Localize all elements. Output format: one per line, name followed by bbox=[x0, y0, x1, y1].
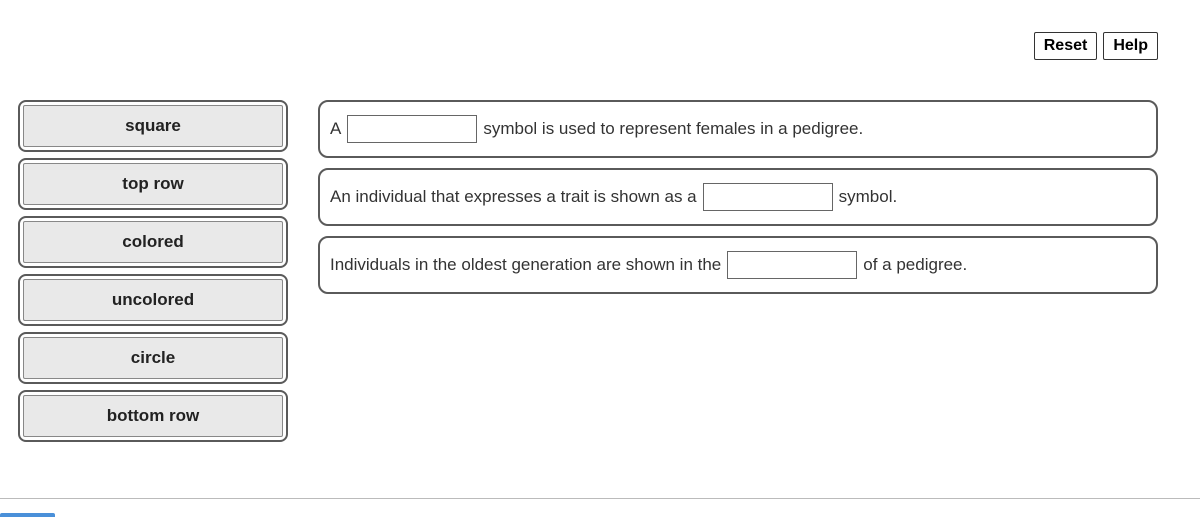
sentence-2-text-before: An individual that expresses a trait is … bbox=[330, 187, 697, 207]
footer-tab-indicator bbox=[0, 513, 55, 517]
word-item-wrapper: colored bbox=[18, 216, 288, 268]
sentence-1-drop-target[interactable] bbox=[347, 115, 477, 143]
sentence-2-drop-target[interactable] bbox=[703, 183, 833, 211]
sentence-3: Individuals in the oldest generation are… bbox=[318, 236, 1158, 294]
word-item-uncolored[interactable]: uncolored bbox=[23, 279, 283, 321]
sentence-1: A symbol is used to represent females in… bbox=[318, 100, 1158, 158]
word-item-wrapper: top row bbox=[18, 158, 288, 210]
word-item-wrapper: circle bbox=[18, 332, 288, 384]
word-item-wrapper: bottom row bbox=[18, 390, 288, 442]
sentence-3-text-before: Individuals in the oldest generation are… bbox=[330, 255, 721, 275]
sentences-column: A symbol is used to represent females in… bbox=[318, 100, 1158, 294]
word-bank: square top row colored uncolored circle … bbox=[18, 100, 288, 442]
footer-divider bbox=[0, 498, 1200, 499]
word-item-wrapper: uncolored bbox=[18, 274, 288, 326]
word-item-top-row[interactable]: top row bbox=[23, 163, 283, 205]
sentence-3-drop-target[interactable] bbox=[727, 251, 857, 279]
word-item-colored[interactable]: colored bbox=[23, 221, 283, 263]
word-item-bottom-row[interactable]: bottom row bbox=[23, 395, 283, 437]
word-item-circle[interactable]: circle bbox=[23, 337, 283, 379]
sentence-3-text-after: of a pedigree. bbox=[863, 255, 967, 275]
word-item-wrapper: square bbox=[18, 100, 288, 152]
sentence-2: An individual that expresses a trait is … bbox=[318, 168, 1158, 226]
sentence-2-text-after: symbol. bbox=[839, 187, 898, 207]
main-content: square top row colored uncolored circle … bbox=[0, 0, 1200, 442]
top-buttons-group: Reset Help bbox=[1034, 32, 1158, 60]
word-item-square[interactable]: square bbox=[23, 105, 283, 147]
reset-button[interactable]: Reset bbox=[1034, 32, 1098, 60]
sentence-1-text-after: symbol is used to represent females in a… bbox=[483, 119, 863, 139]
help-button[interactable]: Help bbox=[1103, 32, 1158, 60]
sentence-1-text-before: A bbox=[330, 119, 341, 139]
